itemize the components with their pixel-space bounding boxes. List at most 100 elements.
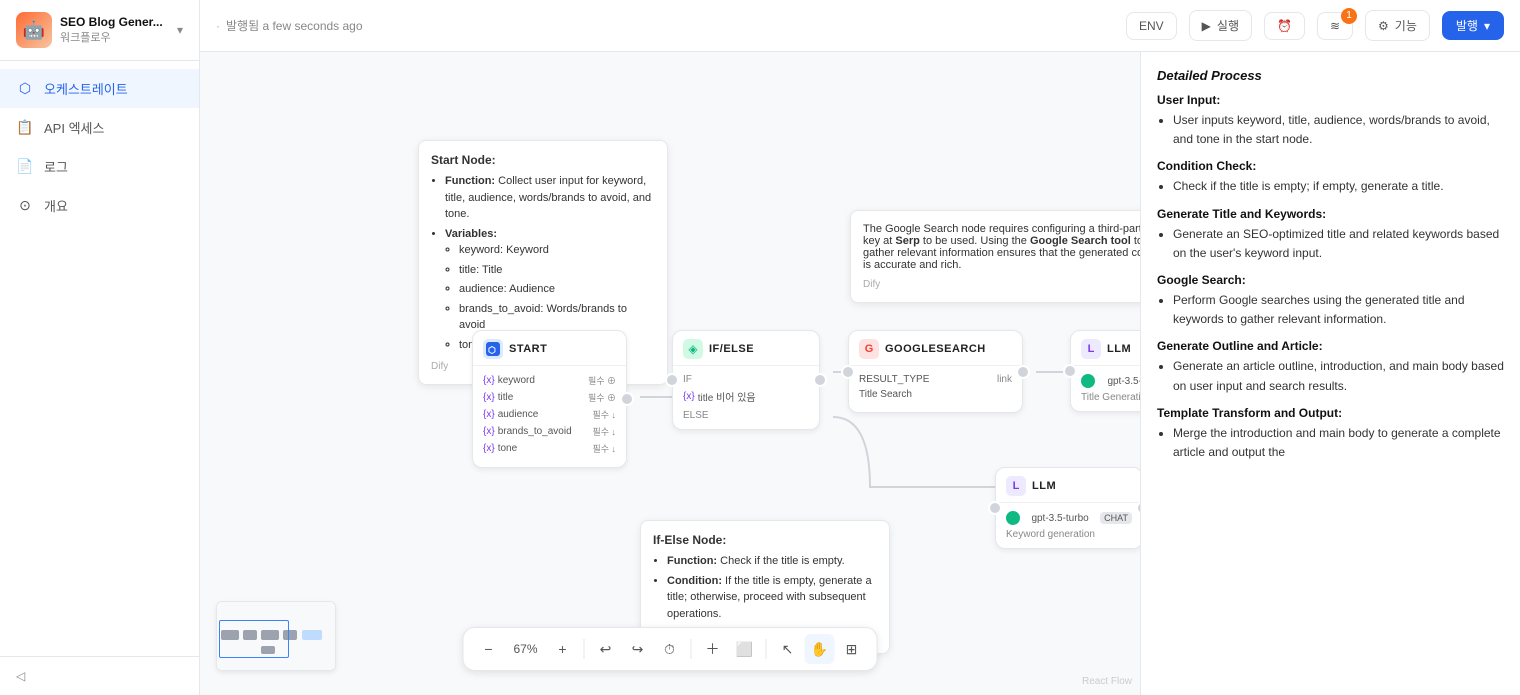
ifelse-condition-item: Condition: If the title is empty, genera… [667,573,877,623]
google-card-dify: Dify [863,279,1140,290]
sidebar-collapse-button[interactable]: ◁ [0,656,199,695]
sidebar-item-overview-label: 개요 [44,196,68,215]
svg-text:⬡: ⬡ [488,345,496,355]
app-title: SEO Blog Gener... [60,15,169,29]
section-google-search-list: Perform Google searches using the genera… [1157,291,1504,329]
status-text: 발행됨 a few seconds ago [226,17,363,34]
history-icon: ⏱ [664,641,675,658]
node-row-keyword: {x} keyword 필수 ⊕ [483,374,616,387]
sidebar: 🤖 SEO Blog Gener... 워크플로우 ▾ ⬡ 오케스트레이트 📋 … [0,0,200,695]
llm3-node-header: L LLM [996,468,1140,503]
select-button[interactable]: ↖ [773,634,803,664]
zoom-in-icon: + [558,641,566,657]
toolbar-divider-3 [766,639,767,659]
zoom-out-button[interactable]: − [474,634,504,664]
start-annotation-list: Function: Collect user input for keyword… [431,173,655,353]
start-node-header: ⬡ START [473,331,626,366]
sidebar-item-overview[interactable]: ⊙ 개요 [0,186,199,225]
schedule-button-wrap: ⏰ [1264,12,1305,40]
llm1-model-row: gpt-3.5-turbo CHAT [1081,374,1140,388]
sidebar-item-api-access[interactable]: 📋 API 엑세스 [0,108,199,147]
llm1-node[interactable]: L LLM gpt-3.5-turbo CHAT Title Generatio… [1070,330,1140,412]
ifelse-node[interactable]: ◈ IF/ELSE IF {x} title 비어 있음 ELSE [672,330,820,430]
llm3-node-title: LLM [1032,480,1056,492]
sidebar-item-log[interactable]: 📄 로그 [0,147,199,186]
api-access-icon: 📋 [16,119,34,137]
if-label: IF [683,374,809,385]
history-button[interactable]: ⏱ [655,634,685,664]
frame-button[interactable]: ⬜ [730,634,760,664]
google-search-item-1: Perform Google searches using the genera… [1173,291,1504,329]
ifelse-row: {x} title 비어 있음 [683,389,809,404]
llm3-model-row: gpt-3.5-turbo CHAT [1006,511,1132,525]
section-title-keywords-list: Generate an SEO-optimized title and rela… [1157,225,1504,263]
ifelse-node-header: ◈ IF/ELSE [673,331,819,366]
undo-icon: ↩ [600,641,612,658]
canvas-area: Start Node: Function: Collect user input… [200,52,1520,695]
var-keyword: keyword: Keyword [459,242,655,259]
sidebar-item-orchestrate[interactable]: ⬡ 오케스트레이트 [0,69,199,108]
frame-icon: ⬜ [736,641,753,658]
features-icon: ⚙ [1378,19,1389,33]
llm1-model-icon [1081,374,1095,388]
ifelse-node-icon: ◈ [683,339,703,359]
publish-button[interactable]: 발행 ▾ [1442,11,1504,40]
log-icon: 📄 [16,158,34,176]
grid-icon: ⊞ [846,641,858,658]
env-button[interactable]: ENV [1126,12,1177,40]
start-node-connector-right [620,392,634,406]
notification-badge: 1 [1341,8,1357,24]
topbar: · 발행됨 a few seconds ago ENV ▶ 실행 ⏰ ≋ 1 ⚙… [200,0,1520,52]
googlesearch-node-header: G GOOGLESEARCH [849,331,1022,366]
run-button[interactable]: ▶ 실행 [1189,10,1252,41]
main-area: · 발행됨 a few seconds ago ENV ▶ 실행 ⏰ ≋ 1 ⚙… [200,0,1520,695]
add-button[interactable]: ＋ [698,634,728,664]
outline-item-1: Generate an article outline, introductio… [1173,357,1504,395]
grid-button[interactable]: ⊞ [837,634,867,664]
llm3-node-body: gpt-3.5-turbo CHAT Keyword generation [996,503,1140,548]
googlesearch-node-icon: G [859,339,879,359]
overview-icon: ⊙ [16,197,34,215]
ifelse-function-item: Function: Check if the title is empty. [667,553,877,570]
react-flow-label: React Flow [1082,676,1132,687]
googlesearch-node-title: GOOGLESEARCH [885,343,986,355]
zoom-out-icon: − [484,641,492,657]
schedule-button[interactable]: ⏰ [1264,12,1305,40]
mini-map-viewport [219,620,289,658]
start-node[interactable]: ⬡ START {x} keyword 필수 ⊕ {x} title 필수 ⊕ [472,330,627,468]
hand-button[interactable]: ✋ [805,634,835,664]
topbar-status: · 발행됨 a few seconds ago [216,17,363,34]
run-label: 실행 [1217,17,1239,34]
llm1-node-icon: L [1081,339,1101,359]
zoom-label: 67% [506,642,546,656]
redo-icon: ↪ [632,641,644,658]
section-template-heading: Template Transform and Output: [1157,406,1504,420]
section-condition-list: Check if the title is empty; if empty, g… [1157,177,1504,196]
llm3-model-icon [1006,511,1020,525]
section-template-list: Merge the introduction and main body to … [1157,424,1504,462]
sidebar-item-api-label: API 엑세스 [44,118,104,137]
ifelse-node-connector-right [813,373,827,387]
zoom-in-button[interactable]: + [548,634,578,664]
start-annotation-title: Start Node: [431,153,655,167]
redo-button[interactable]: ↪ [623,634,653,664]
node-row-brands: {x} brands_to_avoid 필수 ↓ [483,425,616,438]
ifelse-node-body: IF {x} title 비어 있음 ELSE [673,366,819,429]
app-subtitle: 워크플로우 [60,29,169,45]
undo-button[interactable]: ↩ [591,634,621,664]
llm3-node[interactable]: L LLM gpt-3.5-turbo CHAT Keyword generat… [995,467,1140,549]
features-button[interactable]: ⚙ 기능 [1365,10,1430,41]
googlesearch-node[interactable]: G GOOGLESEARCH RESULT_TYPE link Title Se… [848,330,1023,413]
chevron-down-icon: ▾ [177,23,183,37]
workflow-canvas[interactable]: Start Node: Function: Collect user input… [200,52,1140,695]
title-keywords-item-1: Generate an SEO-optimized title and rela… [1173,225,1504,263]
ifelse-annotation-title: If-Else Node: [653,533,877,547]
var-brands: brands_to_avoid: Words/brands to avoid [459,301,655,334]
google-annotation-text: The Google Search node requires configur… [863,223,1140,271]
add-icon: ＋ [706,639,720,659]
sidebar-header: 🤖 SEO Blog Gener... 워크플로우 ▾ [0,0,199,61]
google-annotation-card: The Google Search node requires configur… [850,210,1140,303]
node-row-title: {x} title 필수 ⊕ [483,391,616,404]
llm1-node-title: LLM [1107,343,1131,355]
ifelse-annotation-list: Function: Check if the title is empty. C… [653,553,877,622]
